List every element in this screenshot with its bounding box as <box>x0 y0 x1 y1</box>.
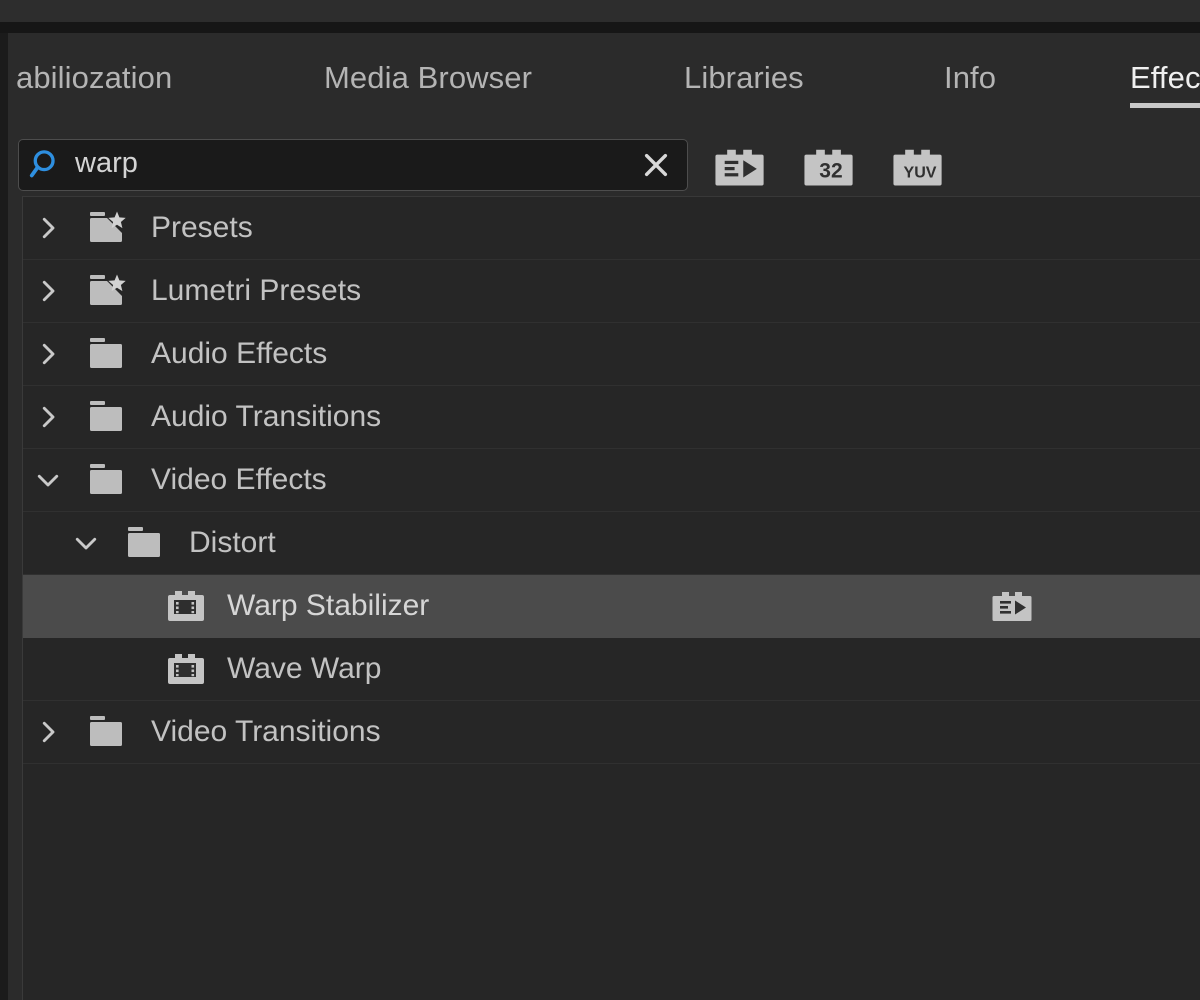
yuv-color-filter[interactable]: YUV <box>889 146 951 188</box>
chevron-right-icon[interactable] <box>31 701 65 764</box>
search-input-value: warp <box>75 149 138 179</box>
svg-text:32: 32 <box>819 160 842 183</box>
tree-row-label: Presets <box>151 211 253 244</box>
tab-label: abiliozation <box>16 59 173 95</box>
tab-label: Media Browser <box>324 59 533 95</box>
folder-icon <box>85 323 133 386</box>
chevron-right-icon[interactable] <box>31 260 65 323</box>
chevron-right-icon[interactable] <box>31 386 65 449</box>
tree-row[interactable]: Wave Warp <box>23 638 1200 701</box>
effect-icon <box>161 638 209 701</box>
folder-icon <box>85 386 133 449</box>
chevron-right-icon[interactable] <box>31 197 65 260</box>
folder-icon <box>123 512 171 575</box>
chevron-right-icon[interactable] <box>31 323 65 386</box>
search-toolbar: warp 32 YUV <box>8 122 1200 191</box>
tree-row[interactable]: Warp Stabilizer <box>23 575 1200 638</box>
chevron-down-icon[interactable] <box>31 449 65 512</box>
left-gutter <box>0 33 8 1000</box>
tab-libraries[interactable]: Libraries <box>684 33 804 122</box>
tree-row[interactable]: Audio Transitions <box>23 386 1200 449</box>
yuv-icon: YUV <box>889 149 951 192</box>
effect-filter-buttons: 32 YUV <box>711 146 951 188</box>
tree-row-label: Audio Effects <box>151 337 328 370</box>
tree-empty-area <box>23 764 1200 1000</box>
tree-row-label: Video Transitions <box>151 715 381 748</box>
tree-row[interactable]: Video Transitions <box>23 701 1200 764</box>
window-top-band <box>0 0 1200 22</box>
tab-abiliozation[interactable]: abiliozation <box>16 33 172 122</box>
chevron-down-icon[interactable] <box>69 512 103 575</box>
svg-text:YUV: YUV <box>904 164 937 182</box>
tree-row-label: Audio Transitions <box>151 400 382 433</box>
tab-label: Effects <box>1130 59 1200 95</box>
preset-folder-icon <box>85 260 133 323</box>
tab-media-browser[interactable]: Media Browser <box>324 33 532 122</box>
tree-row[interactable]: Presets <box>23 197 1200 260</box>
32bit-color-filter[interactable]: 32 <box>800 146 862 188</box>
preset-folder-icon <box>85 197 133 260</box>
tab-label: Info <box>944 59 997 95</box>
32-bit-icon: 32 <box>800 149 862 192</box>
tree-row[interactable]: Video Effects <box>23 449 1200 512</box>
close-icon[interactable] <box>625 150 687 180</box>
effects-tree[interactable]: Presets Lumetri Presets Audio Effects Audio… <box>22 196 1200 1000</box>
tree-row-label: Wave Warp <box>227 652 382 685</box>
tree-row-label: Lumetri Presets <box>151 274 362 307</box>
tab-effects[interactable]: Effects <box>1130 33 1200 122</box>
tree-row-label: Warp Stabilizer <box>227 589 430 622</box>
panel-tab-bar: abiliozation Media Browser Libraries Info Ef… <box>8 33 1200 122</box>
tree-row-label: Distort <box>189 526 276 559</box>
search-input[interactable]: warp <box>18 139 688 191</box>
tree-row[interactable]: Lumetri Presets <box>23 260 1200 323</box>
tab-info[interactable]: Info <box>944 33 996 122</box>
search-icon <box>19 146 75 184</box>
effects-panel-window: abiliozation Media Browser Libraries Info Ef… <box>0 0 1200 1000</box>
accelerated-effects-filter[interactable] <box>711 146 773 188</box>
active-tab-underline <box>1130 103 1200 108</box>
accelerated-effect-icon <box>711 149 773 192</box>
effect-icon <box>161 575 209 638</box>
panel-divider <box>0 22 1200 33</box>
folder-icon <box>85 701 133 764</box>
tree-row-label: Video Effects <box>151 463 327 496</box>
folder-icon <box>85 449 133 512</box>
tree-row[interactable]: Audio Effects <box>23 323 1200 386</box>
accelerated-effect-icon <box>991 589 1037 623</box>
tree-row[interactable]: Distort <box>23 512 1200 575</box>
tab-label: Libraries <box>684 59 804 95</box>
